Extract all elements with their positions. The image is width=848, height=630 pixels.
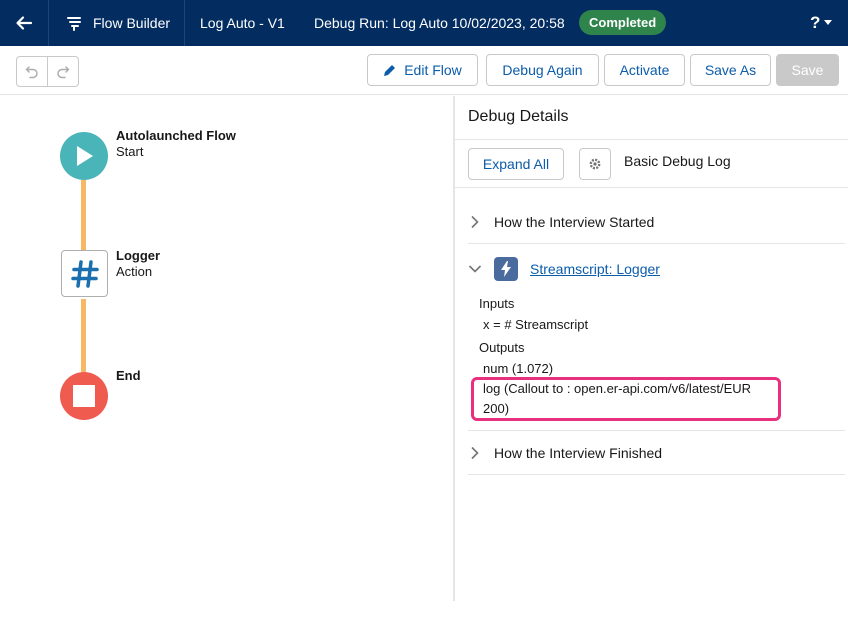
flow-name: Log Auto - V1 [200,15,285,31]
save-as-button[interactable]: Save As [690,54,771,86]
back-button[interactable] [0,0,48,46]
edit-flow-label: Edit Flow [404,62,462,78]
chevron-right-icon [471,446,479,460]
top-bar: Flow Builder Log Auto - V1 Debug Run: Lo… [0,0,848,46]
play-icon [77,146,93,166]
section-interview-started[interactable]: How the Interview Started [468,200,844,244]
end-node-label: End [116,368,141,384]
divider [468,474,845,475]
start-node[interactable] [60,132,108,180]
flow-icon [67,17,81,31]
save-button[interactable]: Save [776,54,839,86]
highlight-box [471,377,781,421]
divider [468,243,845,244]
expand-all-button[interactable]: Expand All [468,148,564,180]
section-interview-finished-label: How the Interview Finished [494,445,663,461]
debug-log-label: Basic Debug Log [624,153,731,169]
start-node-label: Autolaunched Flow Start [116,128,236,160]
stop-icon [73,385,95,407]
input-value: x = # Streamscript [483,317,589,332]
divider [455,139,848,140]
undo-button[interactable] [17,57,47,86]
pencil-icon [384,64,396,76]
logger-node-label: Logger Action [116,248,160,280]
divider [455,187,848,188]
debug-run-label: Debug Run: Log Auto 10/02/2023, 20:58 [314,15,565,31]
logger-action-node[interactable] [61,250,108,297]
start-node-title: Autolaunched Flow [116,128,236,143]
debug-details-panel: Debug Details Expand All Basic Debug Log… [453,96,848,601]
panel-title: Debug Details [468,108,569,125]
logger-node-title: Logger [116,248,161,263]
connector-line [81,299,86,372]
flow-canvas: Autolaunched Flow Start Logger Action En… [0,96,453,601]
logger-node-subtitle: Action [116,264,153,279]
back-arrow-icon [16,16,33,30]
inputs-heading: Inputs [479,296,515,311]
chevron-down-icon [824,20,833,25]
streamscript-logger-link[interactable]: Streamscript: Logger [530,261,660,277]
section-logger-action[interactable]: Streamscript: Logger [468,247,844,291]
hash-icon [70,259,99,288]
section-interview-started-label: How the Interview Started [494,214,655,230]
debug-settings-button[interactable] [579,148,611,180]
app-title-label: Flow Builder [93,15,171,31]
start-node-subtitle: Start [116,144,144,159]
help-menu[interactable]: ? [810,0,833,46]
end-node-title: End [116,368,141,383]
status-badge: Completed [579,10,667,35]
chevron-right-icon [471,215,479,229]
debug-again-button[interactable]: Debug Again [486,54,599,86]
gear-icon [589,158,601,170]
lightning-icon [494,257,518,281]
undo-icon [25,65,38,78]
redo-button[interactable] [47,57,78,86]
help-label: ? [810,13,821,32]
app-title: Flow Builder [49,0,184,46]
edit-flow-button[interactable]: Edit Flow [367,54,478,86]
outputs-heading: Outputs [479,340,525,355]
chevron-down-icon [468,265,482,273]
section-interview-finished[interactable]: How the Interview Finished [468,431,844,475]
undo-redo-group [16,56,79,87]
end-node[interactable] [60,372,108,420]
toolbar: Edit Flow Debug Again Activate Save As S… [0,46,848,95]
connector-line [81,180,86,250]
redo-icon [57,65,70,78]
output-num: num (1.072) [483,361,554,376]
activate-button[interactable]: Activate [604,54,685,86]
